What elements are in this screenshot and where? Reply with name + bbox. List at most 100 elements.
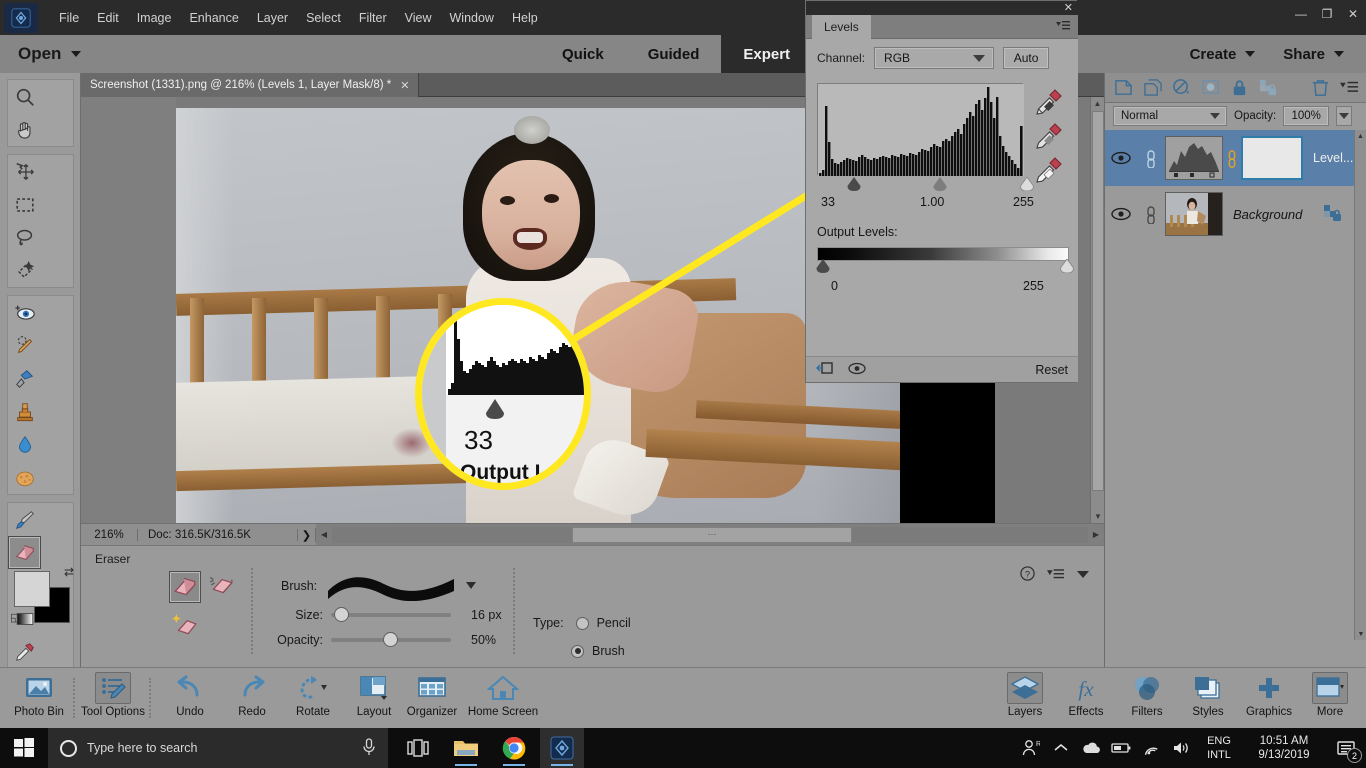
lock-layer-icon[interactable] — [1229, 78, 1249, 98]
scroll-down-icon[interactable]: ▼ — [1355, 628, 1366, 640]
size-slider-knob[interactable] — [334, 607, 349, 622]
eyedropper-black-point[interactable] — [1034, 87, 1064, 120]
open-button[interactable]: Open — [18, 44, 82, 64]
eyedropper-tool[interactable] — [8, 635, 41, 668]
link-layers-icon[interactable] — [1137, 148, 1165, 168]
photo-thumbnail[interactable] — [1165, 192, 1223, 236]
opacity-dropdown-icon[interactable] — [1336, 106, 1353, 126]
type-option-pencil[interactable]: Pencil — [597, 616, 631, 630]
eye-icon[interactable] — [1105, 151, 1137, 165]
panel-menu-icon[interactable] — [1047, 568, 1064, 583]
swap-colors-icon[interactable]: ⇄ — [64, 565, 74, 579]
more-panels-button[interactable]: More — [1293, 672, 1366, 726]
input-black-point-slider[interactable] — [846, 177, 862, 191]
volume-icon[interactable] — [1166, 728, 1196, 768]
lock-transparency-icon[interactable] — [1258, 78, 1278, 98]
output-white-value[interactable]: 255 — [1023, 279, 1044, 293]
menu-file[interactable]: File — [50, 6, 88, 30]
scrollbar-thumb[interactable]: ⋯ — [572, 526, 852, 543]
people-icon[interactable]: R — [1016, 728, 1046, 768]
search-input[interactable]: Type here to search — [48, 728, 388, 768]
opacity-slider-knob[interactable] — [383, 632, 398, 647]
scroll-down-icon[interactable]: ▼ — [1091, 510, 1104, 523]
scroll-up-icon[interactable]: ▲ — [1091, 97, 1104, 110]
red-eye-tool[interactable] — [8, 296, 41, 329]
magic-eraser-tool-icon[interactable] — [169, 609, 201, 641]
photoshop-elements-icon[interactable] — [540, 728, 584, 768]
scrollbar-thumb[interactable] — [1092, 111, 1104, 491]
photo-bin-button[interactable]: Photo Bin — [2, 672, 76, 726]
battery-icon[interactable] — [1106, 728, 1136, 768]
mask-link-icon[interactable] — [1223, 148, 1241, 168]
output-white-point-slider[interactable] — [1059, 259, 1075, 273]
blend-mode-select[interactable]: Normal — [1113, 106, 1227, 126]
quick-selection-tool[interactable] — [8, 254, 41, 287]
scroll-left-icon[interactable]: ◀ — [316, 530, 332, 539]
layer-row-background[interactable]: Background — [1105, 186, 1355, 242]
eraser-tool[interactable] — [8, 536, 41, 569]
brush-preview[interactable] — [326, 570, 456, 602]
lasso-tool[interactable] — [8, 221, 41, 254]
language-indicator[interactable]: ENG INTL — [1196, 734, 1242, 762]
tab-expert[interactable]: Expert — [721, 35, 813, 73]
tab-guided[interactable]: Guided — [626, 35, 722, 73]
brush-tool[interactable] — [8, 503, 41, 536]
default-colors-icon[interactable]: ◱ — [10, 611, 20, 624]
document-tab[interactable]: Screenshot (1331).png @ 216% (Levels 1, … — [81, 73, 420, 97]
minimize-button[interactable]: — — [1288, 2, 1314, 26]
toggle-visibility-eye-icon[interactable] — [848, 362, 866, 378]
status-expand-icon[interactable]: ❯ — [298, 527, 316, 542]
restore-button[interactable]: ❐ — [1314, 2, 1340, 26]
brush-dropdown-icon[interactable] — [465, 579, 477, 593]
background-eraser-tool-icon[interactable] — [205, 569, 237, 601]
microphone-icon[interactable] — [362, 737, 376, 759]
layer-mask-thumbnail[interactable] — [1241, 136, 1303, 180]
canvas-vertical-scrollbar[interactable]: ▲ ▼ — [1090, 97, 1104, 523]
delete-layer-icon[interactable] — [1310, 78, 1330, 98]
windows-start-icon[interactable] — [0, 728, 48, 768]
menu-image[interactable]: Image — [128, 6, 181, 30]
auto-button[interactable]: Auto — [1003, 47, 1050, 69]
opacity-value[interactable]: 100% — [1283, 106, 1330, 126]
menu-edit[interactable]: Edit — [88, 6, 128, 30]
tab-levels[interactable]: Levels — [812, 15, 871, 39]
close-icon[interactable]: ✕ — [1064, 1, 1073, 14]
layer-name-background[interactable]: Background — [1233, 207, 1302, 222]
zoom-level[interactable]: 216% — [81, 528, 138, 541]
canvas-horizontal-scrollbar[interactable]: ◀ ⋯ ▶ — [316, 523, 1104, 546]
clip-to-layer-icon[interactable] — [816, 361, 834, 378]
scroll-up-icon[interactable]: ▲ — [1355, 130, 1366, 142]
close-icon[interactable]: ✕ — [400, 79, 409, 92]
menu-select[interactable]: Select — [297, 6, 350, 30]
file-explorer-icon[interactable] — [444, 728, 488, 768]
layer-name-levels[interactable]: Level... — [1313, 151, 1353, 165]
channel-select[interactable]: RGB — [874, 47, 995, 69]
input-gamma-value[interactable]: 1.00 — [920, 195, 944, 209]
menu-layer[interactable]: Layer — [248, 6, 297, 30]
eyedropper-white-point[interactable] — [1034, 155, 1064, 188]
scrollbar-track[interactable]: ⋯ — [332, 526, 1088, 543]
clock[interactable]: 10:51 AM 9/13/2019 — [1242, 734, 1326, 762]
zoom-tool[interactable] — [8, 80, 41, 113]
reset-button[interactable]: Reset — [1035, 363, 1068, 377]
show-hidden-icons-chevron[interactable] — [1046, 728, 1076, 768]
scroll-right-icon[interactable]: ▶ — [1088, 530, 1104, 539]
hand-tool[interactable] — [8, 113, 41, 146]
menu-window[interactable]: Window — [441, 6, 503, 30]
eyedropper-gray-point[interactable] — [1034, 121, 1064, 154]
onedrive-icon[interactable] — [1076, 728, 1106, 768]
layers-scrollbar[interactable]: ▲ ▼ — [1354, 130, 1366, 640]
sponge-tool[interactable] — [8, 461, 41, 494]
menu-enhance[interactable]: Enhance — [180, 6, 247, 30]
wifi-icon[interactable] — [1136, 728, 1166, 768]
layer-mask-icon[interactable] — [1200, 78, 1220, 98]
menu-help[interactable]: Help — [503, 6, 547, 30]
spot-healing-brush-tool[interactable] — [8, 329, 41, 362]
new-layer-icon[interactable] — [1113, 78, 1133, 98]
link-layers-icon[interactable] — [1137, 204, 1165, 224]
eye-icon[interactable] — [1105, 207, 1137, 221]
action-center-icon[interactable]: 2 — [1326, 728, 1366, 768]
google-chrome-icon[interactable] — [492, 728, 536, 768]
clone-stamp-tool[interactable] — [8, 395, 41, 428]
panel-menu-icon[interactable] — [1339, 78, 1359, 98]
